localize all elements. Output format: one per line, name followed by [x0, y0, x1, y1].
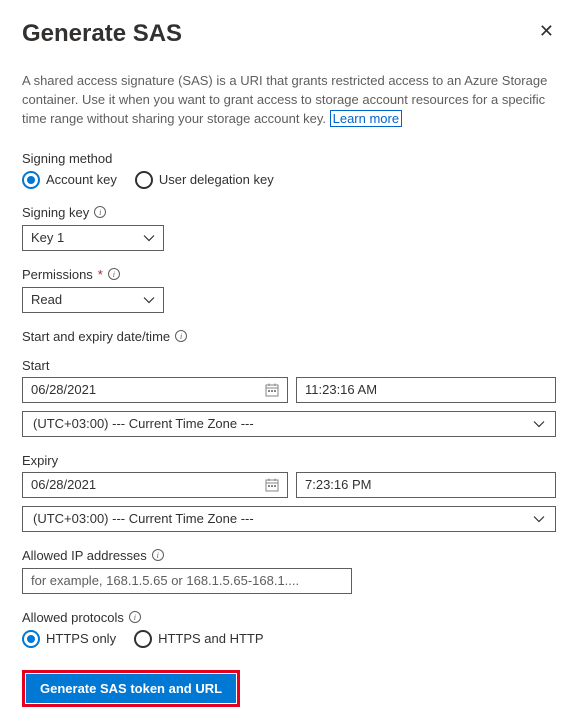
info-icon[interactable]: i — [129, 611, 141, 623]
start-date-value: 06/28/2021 — [31, 382, 96, 397]
expiry-date-input[interactable]: 06/28/2021 — [22, 472, 288, 498]
signing-key-value: Key 1 — [31, 230, 64, 245]
start-date-input[interactable]: 06/28/2021 — [22, 377, 288, 403]
radio-label: HTTPS and HTTP — [158, 631, 263, 646]
chevron-down-icon — [533, 515, 545, 523]
calendar-icon — [265, 478, 279, 492]
permissions-select[interactable]: Read — [22, 287, 164, 313]
permissions-label: Permissions — [22, 267, 93, 282]
chevron-down-icon — [143, 296, 155, 304]
expiry-tz-value: (UTC+03:00) --- Current Time Zone --- — [33, 511, 254, 526]
page-title: Generate SAS — [22, 20, 182, 48]
start-label: Start — [22, 358, 556, 373]
radio-https-only[interactable]: HTTPS only — [22, 630, 116, 648]
allowed-protocols-label: Allowed protocols — [22, 610, 124, 625]
info-icon[interactable]: i — [152, 549, 164, 561]
info-icon[interactable]: i — [94, 206, 106, 218]
permissions-value: Read — [31, 292, 62, 307]
generate-sas-button[interactable]: Generate SAS token and URL — [26, 674, 236, 703]
expiry-date-value: 06/28/2021 — [31, 477, 96, 492]
required-indicator: * — [98, 267, 103, 282]
expiry-time-input[interactable]: 7:23:16 PM — [296, 472, 556, 498]
radio-icon — [134, 630, 152, 648]
signing-method-label: Signing method — [22, 151, 556, 166]
start-time-value: 11:23:16 AM — [305, 382, 377, 397]
allowed-ip-input[interactable] — [22, 568, 352, 594]
radio-icon — [22, 171, 40, 189]
radio-https-and-http[interactable]: HTTPS and HTTP — [134, 630, 263, 648]
expiry-label: Expiry — [22, 453, 556, 468]
signing-key-label: Signing key — [22, 205, 89, 220]
start-tz-value: (UTC+03:00) --- Current Time Zone --- — [33, 416, 254, 431]
expiry-time-value: 7:23:16 PM — [305, 477, 372, 492]
chevron-down-icon — [533, 420, 545, 428]
datetime-header: Start and expiry date/time — [22, 329, 170, 344]
radio-label: HTTPS only — [46, 631, 116, 646]
expiry-timezone-select[interactable]: (UTC+03:00) --- Current Time Zone --- — [22, 506, 556, 532]
allowed-ip-label: Allowed IP addresses — [22, 548, 147, 563]
radio-label: User delegation key — [159, 172, 274, 187]
description-body: A shared access signature (SAS) is a URI… — [22, 73, 547, 126]
radio-user-delegation[interactable]: User delegation key — [135, 171, 274, 189]
radio-icon — [22, 630, 40, 648]
generate-button-highlight: Generate SAS token and URL — [22, 670, 240, 707]
info-icon[interactable]: i — [175, 330, 187, 342]
info-icon[interactable]: i — [108, 268, 120, 280]
learn-more-link[interactable]: Learn more — [330, 110, 402, 127]
close-icon[interactable]: ✕ — [537, 20, 556, 42]
radio-icon — [135, 171, 153, 189]
calendar-icon — [265, 383, 279, 397]
radio-account-key[interactable]: Account key — [22, 171, 117, 189]
start-time-input[interactable]: 11:23:16 AM — [296, 377, 556, 403]
signing-key-select[interactable]: Key 1 — [22, 225, 164, 251]
description-text: A shared access signature (SAS) is a URI… — [22, 72, 556, 129]
start-timezone-select[interactable]: (UTC+03:00) --- Current Time Zone --- — [22, 411, 556, 437]
radio-label: Account key — [46, 172, 117, 187]
chevron-down-icon — [143, 234, 155, 242]
